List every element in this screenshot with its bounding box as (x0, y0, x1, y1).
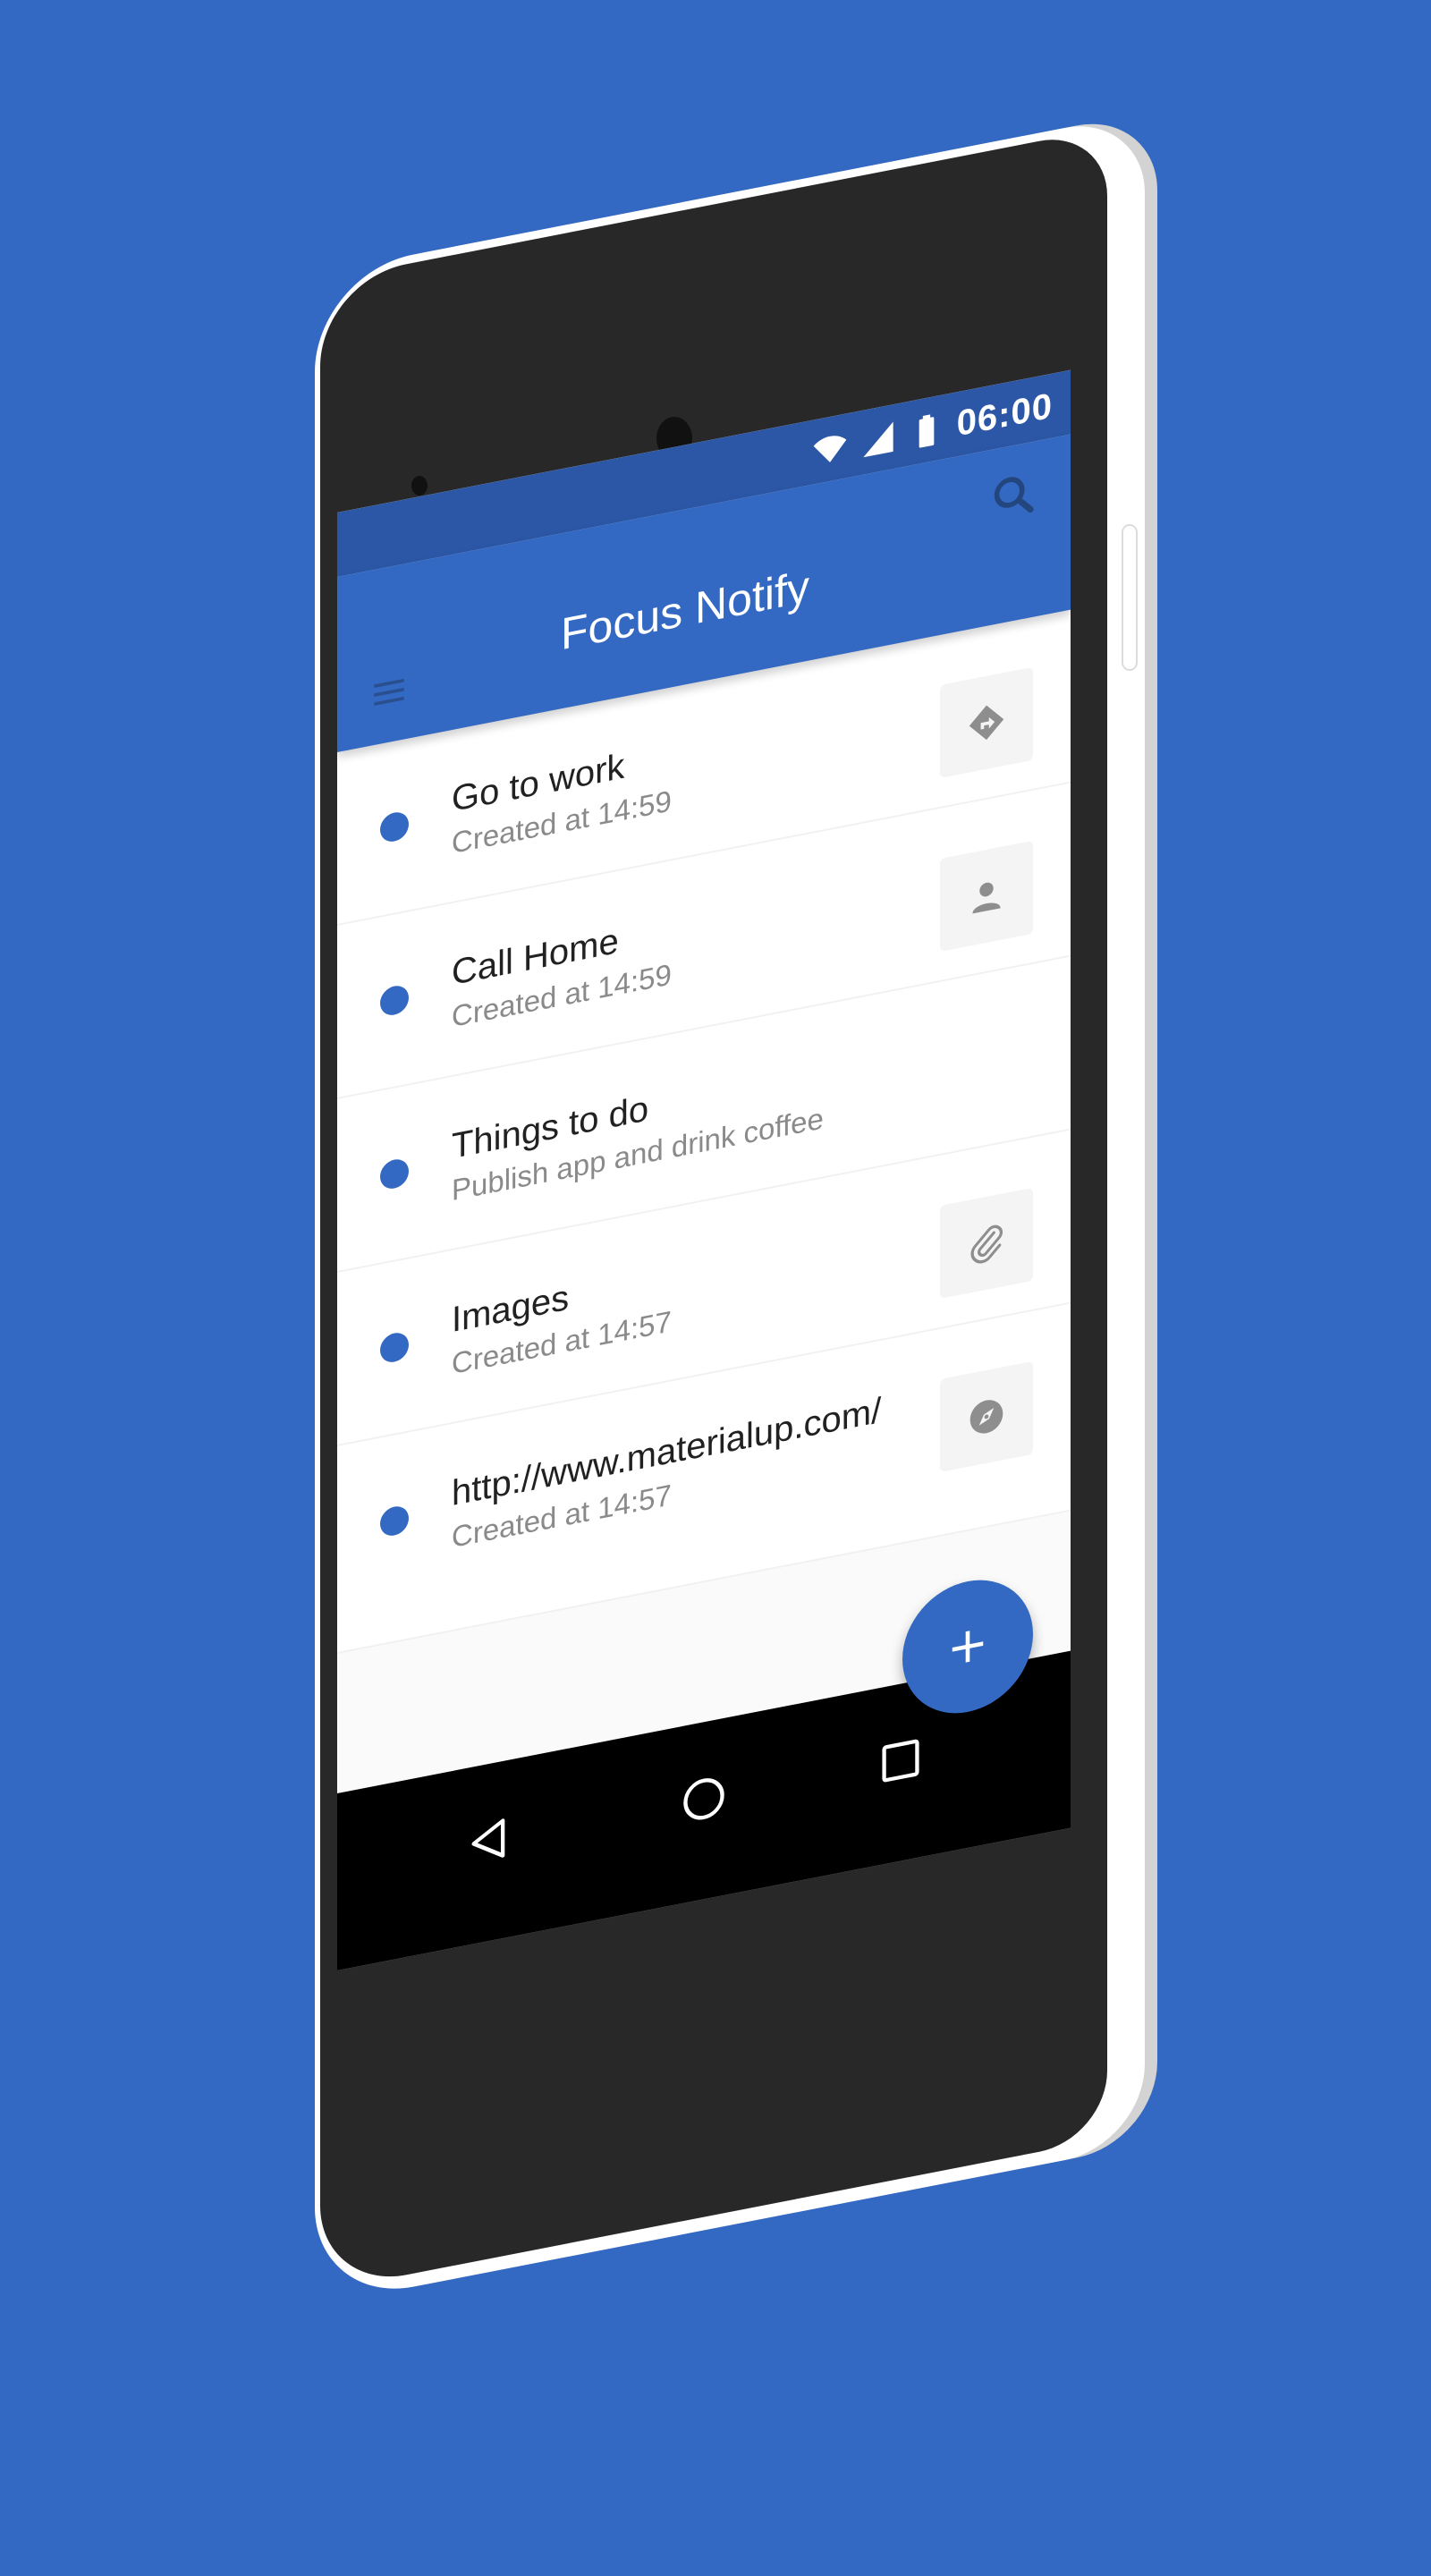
recent-apps-icon[interactable] (877, 1733, 924, 1788)
power-button (1123, 526, 1136, 669)
phone-screen: 06:00 Focus Notify Go to work Created at… (337, 369, 1071, 1970)
note-indicator-dot (380, 1504, 409, 1538)
note-indicator-dot (380, 1157, 409, 1191)
compass-icon (970, 1400, 1003, 1434)
plus-icon (952, 1631, 984, 1663)
person-icon (972, 882, 1001, 914)
signal-icon (863, 421, 893, 458)
directions-icon (969, 705, 1004, 741)
note-indicator-dot (380, 983, 409, 1018)
backdrop: 06:00 Focus Notify Go to work Created at… (0, 0, 1431, 2576)
paperclip-icon (970, 1224, 1003, 1264)
note-indicator-dot (380, 809, 409, 844)
note-indicator-dot (380, 1330, 409, 1365)
app-title: Focus Notify (561, 561, 809, 660)
note-action-button[interactable] (940, 1187, 1033, 1299)
battery-icon (919, 414, 935, 448)
back-icon[interactable] (466, 1813, 512, 1868)
proximity-sensor (411, 476, 428, 496)
note-action-button[interactable] (940, 666, 1033, 778)
wifi-icon (813, 436, 847, 462)
note-action-button[interactable] (940, 840, 1033, 952)
menu-icon[interactable] (369, 670, 409, 714)
note-action-button[interactable] (940, 1360, 1033, 1472)
status-time: 06:00 (956, 385, 1053, 444)
notes-list: Go to work Created at 14:59 Call Home Cr… (337, 609, 1071, 1654)
home-icon[interactable] (681, 1771, 727, 1826)
search-icon[interactable] (990, 468, 1037, 523)
